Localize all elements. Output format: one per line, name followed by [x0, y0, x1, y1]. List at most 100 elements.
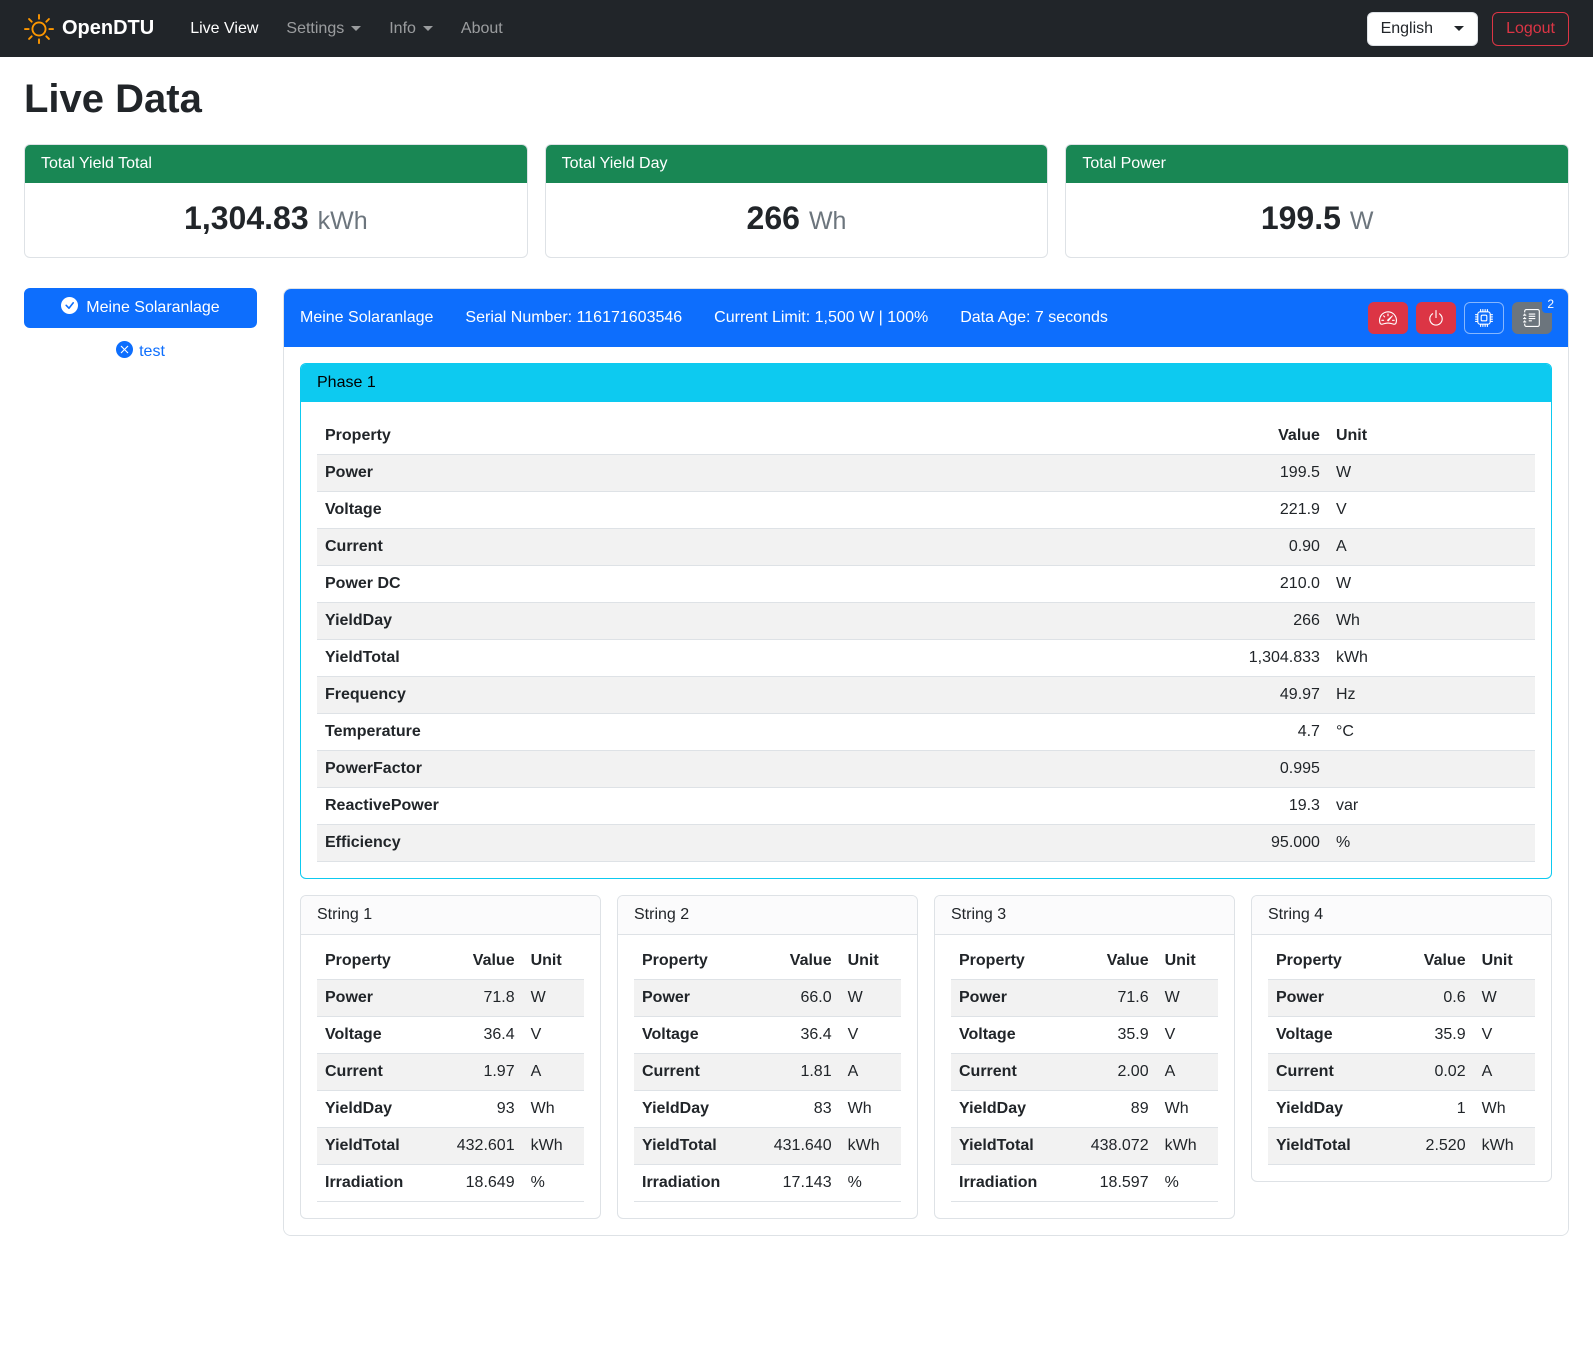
value-cell: 71.8	[432, 980, 522, 1017]
col-property: Property	[951, 943, 1066, 980]
unit-cell: var	[1328, 788, 1535, 825]
property-cell: Current	[317, 529, 922, 566]
table-row: Power0.6W	[1268, 980, 1535, 1017]
table-row: YieldTotal432.601kWh	[317, 1128, 584, 1165]
unit-cell: %	[1157, 1165, 1218, 1202]
table-row: Efficiency95.000%	[317, 825, 1535, 862]
property-cell: Temperature	[317, 714, 922, 751]
inverter-panel-body: Phase 1 Property Value Unit Power199.5WV…	[284, 347, 1568, 1235]
value-cell: 0.995	[922, 751, 1328, 788]
card-value: 1,304.83	[184, 200, 309, 237]
logout-button[interactable]: Logout	[1492, 12, 1569, 46]
table-row: Current1.97A	[317, 1054, 584, 1091]
string-2-card: String 2 Property Value Unit	[617, 895, 918, 1219]
language-select[interactable]: English	[1367, 12, 1478, 46]
event-log-button[interactable]: 2	[1512, 302, 1552, 334]
brand-link[interactable]: OpenDTU	[24, 14, 154, 44]
property-cell: YieldDay	[317, 603, 922, 640]
unit-cell: A	[523, 1054, 584, 1091]
chevron-down-icon	[1454, 26, 1464, 31]
table-header-row: Property Value Unit	[634, 943, 901, 980]
table-row: YieldTotal2.520kWh	[1268, 1128, 1535, 1165]
value-cell: 17.143	[749, 1165, 839, 1202]
card-value: 199.5	[1261, 200, 1341, 237]
main-content: Live Data Total Yield Total 1,304.83 kWh…	[0, 77, 1593, 1260]
property-cell: Irradiation	[951, 1165, 1066, 1202]
col-unit: Unit	[1474, 943, 1535, 980]
table-row: Voltage36.4V	[317, 1017, 584, 1054]
power-button[interactable]	[1416, 302, 1456, 334]
unit-cell: A	[1328, 529, 1535, 566]
inverter-link-label: test	[139, 343, 165, 361]
nav-item-label: Settings	[286, 20, 344, 38]
limit-settings-button[interactable]	[1368, 302, 1408, 334]
property-cell: Irradiation	[634, 1165, 749, 1202]
property-cell: YieldDay	[634, 1091, 749, 1128]
top-navbar: OpenDTU Live View Settings Info About En…	[0, 0, 1593, 57]
journal-text-icon	[1523, 309, 1541, 327]
table-row: Power DC210.0W	[317, 566, 1535, 603]
property-cell: Voltage	[951, 1017, 1066, 1054]
unit-cell: kWh	[1328, 640, 1535, 677]
table-row: Power66.0W	[634, 980, 901, 1017]
property-cell: Power	[1268, 980, 1394, 1017]
nav-item-label: About	[461, 20, 503, 38]
property-cell: YieldTotal	[634, 1128, 749, 1165]
table-row: Irradiation17.143%	[634, 1165, 901, 1202]
property-cell: Voltage	[1268, 1017, 1394, 1054]
value-cell: 0.6	[1394, 980, 1474, 1017]
nav-item-live-view[interactable]: Live View	[178, 12, 270, 46]
value-cell: 210.0	[922, 566, 1328, 603]
table-row: Voltage36.4V	[634, 1017, 901, 1054]
table-row: Voltage221.9V	[317, 492, 1535, 529]
unit-cell: kWh	[1474, 1128, 1535, 1165]
string-1-table: Property Value Unit Power71.8WVoltage36.…	[317, 943, 584, 1202]
inverter-name: Meine Solaranlage	[300, 309, 433, 327]
card-title: Total Yield Total	[25, 145, 527, 183]
chevron-down-icon	[423, 26, 433, 31]
table-row: YieldTotal1,304.833kWh	[317, 640, 1535, 677]
value-cell: 438.072	[1066, 1128, 1156, 1165]
inverter-select-link-test[interactable]: test	[24, 341, 257, 363]
unit-cell: Wh	[1328, 603, 1535, 640]
inverter-select-button-meine-solaranlage[interactable]: Meine Solaranlage	[24, 288, 257, 328]
unit-cell: Wh	[523, 1091, 584, 1128]
inverter-current-limit: Current Limit: 1,500 W | 100%	[714, 309, 928, 327]
value-cell: 93	[432, 1091, 522, 1128]
unit-cell: %	[523, 1165, 584, 1202]
inverter-actions: 2	[1368, 302, 1552, 334]
nav-item-info[interactable]: Info	[377, 12, 445, 46]
unit-cell: V	[840, 1017, 901, 1054]
value-cell: 0.02	[1394, 1054, 1474, 1091]
page-title: Live Data	[24, 77, 1569, 122]
property-cell: Irradiation	[317, 1165, 432, 1202]
property-cell: YieldDay	[317, 1091, 432, 1128]
unit-cell: V	[1328, 492, 1535, 529]
property-cell: YieldDay	[951, 1091, 1066, 1128]
table-row: YieldDay89Wh	[951, 1091, 1218, 1128]
table-row: Irradiation18.597%	[951, 1165, 1218, 1202]
unit-cell: %	[1328, 825, 1535, 862]
card-value-row: 266 Wh	[546, 183, 1048, 257]
unit-cell: Wh	[840, 1091, 901, 1128]
unit-cell	[1328, 751, 1535, 788]
card-unit: W	[1350, 207, 1374, 236]
property-cell: Power DC	[317, 566, 922, 603]
chevron-down-icon	[351, 26, 361, 31]
total-power-card: Total Power 199.5 W	[1065, 144, 1569, 258]
check-circle-icon	[61, 297, 78, 319]
value-cell: 2.520	[1394, 1128, 1474, 1165]
property-cell: Power	[634, 980, 749, 1017]
property-cell: Efficiency	[317, 825, 922, 862]
cpu-icon	[1475, 309, 1493, 327]
property-cell: YieldTotal	[951, 1128, 1066, 1165]
value-cell: 89	[1066, 1091, 1156, 1128]
phase-1-card: Phase 1 Property Value Unit Power199.5WV…	[300, 363, 1552, 879]
inverter-panel: Meine Solaranlage Serial Number: 1161716…	[283, 288, 1569, 1236]
string-title: String 3	[935, 896, 1234, 935]
table-row: YieldDay266Wh	[317, 603, 1535, 640]
inverter-serial: Serial Number: 116171603546	[465, 309, 682, 327]
device-info-button[interactable]	[1464, 302, 1504, 334]
nav-item-about[interactable]: About	[449, 12, 515, 46]
nav-item-settings[interactable]: Settings	[274, 12, 373, 46]
